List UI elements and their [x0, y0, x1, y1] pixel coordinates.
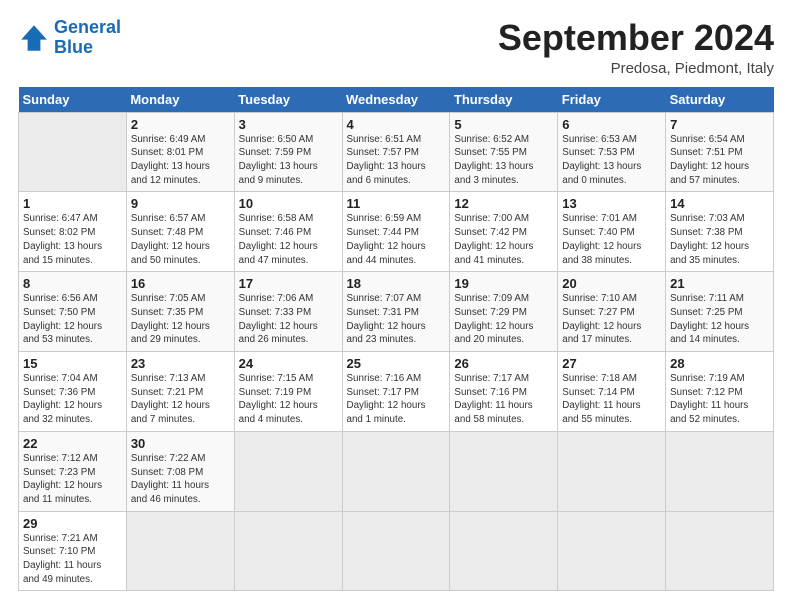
logo: General Blue: [18, 18, 121, 58]
empty-cell: [450, 431, 558, 511]
header-friday: Friday: [558, 87, 666, 113]
list-item: 2Sunrise: 6:49 AMSunset: 8:01 PMDaylight…: [126, 112, 234, 192]
header-wednesday: Wednesday: [342, 87, 450, 113]
list-item: 27Sunrise: 7:18 AMSunset: 7:14 PMDayligh…: [558, 352, 666, 432]
list-item: 9Sunrise: 6:57 AMSunset: 7:48 PMDaylight…: [126, 192, 234, 272]
list-item: 28Sunrise: 7:19 AMSunset: 7:12 PMDayligh…: [666, 352, 774, 432]
header: General Blue September 2024 Predosa, Pie…: [18, 18, 774, 77]
list-item: 16Sunrise: 7:05 AMSunset: 7:35 PMDayligh…: [126, 272, 234, 352]
location-subtitle: Predosa, Piedmont, Italy: [498, 60, 774, 77]
header-tuesday: Tuesday: [234, 87, 342, 113]
list-item: 21Sunrise: 7:11 AMSunset: 7:25 PMDayligh…: [666, 272, 774, 352]
header-thursday: Thursday: [450, 87, 558, 113]
logo-blue: Blue: [54, 38, 121, 58]
list-item: 29Sunrise: 7:21 AMSunset: 7:10 PMDayligh…: [19, 511, 127, 591]
list-item: 22Sunrise: 7:12 AMSunset: 7:23 PMDayligh…: [19, 431, 127, 511]
empty-cell: [666, 511, 774, 591]
list-item: 18Sunrise: 7:07 AMSunset: 7:31 PMDayligh…: [342, 272, 450, 352]
list-item: 1Sunrise: 6:47 AMSunset: 8:02 PMDaylight…: [19, 192, 127, 272]
list-item: 26Sunrise: 7:17 AMSunset: 7:16 PMDayligh…: [450, 352, 558, 432]
list-item: 17Sunrise: 7:06 AMSunset: 7:33 PMDayligh…: [234, 272, 342, 352]
empty-cell: [558, 511, 666, 591]
list-item: 19Sunrise: 7:09 AMSunset: 7:29 PMDayligh…: [450, 272, 558, 352]
header-sunday: Sunday: [19, 87, 127, 113]
logo-general: General: [54, 17, 121, 37]
list-item: 15Sunrise: 7:04 AMSunset: 7:36 PMDayligh…: [19, 352, 127, 432]
table-row: 22Sunrise: 7:12 AMSunset: 7:23 PMDayligh…: [19, 431, 774, 511]
empty-cell: [450, 511, 558, 591]
list-item: 30Sunrise: 7:22 AMSunset: 7:08 PMDayligh…: [126, 431, 234, 511]
list-item: 24Sunrise: 7:15 AMSunset: 7:19 PMDayligh…: [234, 352, 342, 432]
list-item: 3Sunrise: 6:50 AMSunset: 7:59 PMDaylight…: [234, 112, 342, 192]
list-item: 25Sunrise: 7:16 AMSunset: 7:17 PMDayligh…: [342, 352, 450, 432]
empty-cell: [234, 431, 342, 511]
list-item: 8Sunrise: 6:56 AMSunset: 7:50 PMDaylight…: [19, 272, 127, 352]
table-row: 8Sunrise: 6:56 AMSunset: 7:50 PMDaylight…: [19, 272, 774, 352]
list-item: 7Sunrise: 6:54 AMSunset: 7:51 PMDaylight…: [666, 112, 774, 192]
list-item: 4Sunrise: 6:51 AMSunset: 7:57 PMDaylight…: [342, 112, 450, 192]
title-block: September 2024 Predosa, Piedmont, Italy: [498, 18, 774, 77]
list-item: 5Sunrise: 6:52 AMSunset: 7:55 PMDaylight…: [450, 112, 558, 192]
logo-text: General Blue: [54, 18, 121, 58]
header-monday: Monday: [126, 87, 234, 113]
month-title: September 2024: [498, 18, 774, 58]
empty-cell: [342, 511, 450, 591]
calendar-header-row: Sunday Monday Tuesday Wednesday Thursday…: [19, 87, 774, 113]
list-item: 14Sunrise: 7:03 AMSunset: 7:38 PMDayligh…: [666, 192, 774, 272]
empty-cell: [19, 112, 127, 192]
table-row: 29Sunrise: 7:21 AMSunset: 7:10 PMDayligh…: [19, 511, 774, 591]
empty-cell: [666, 431, 774, 511]
calendar-page: General Blue September 2024 Predosa, Pie…: [0, 0, 792, 601]
logo-icon: [18, 22, 50, 54]
list-item: 11Sunrise: 6:59 AMSunset: 7:44 PMDayligh…: [342, 192, 450, 272]
header-saturday: Saturday: [666, 87, 774, 113]
list-item: 6Sunrise: 6:53 AMSunset: 7:53 PMDaylight…: [558, 112, 666, 192]
table-row: 15Sunrise: 7:04 AMSunset: 7:36 PMDayligh…: [19, 352, 774, 432]
list-item: 23Sunrise: 7:13 AMSunset: 7:21 PMDayligh…: [126, 352, 234, 432]
list-item: 13Sunrise: 7:01 AMSunset: 7:40 PMDayligh…: [558, 192, 666, 272]
empty-cell: [342, 431, 450, 511]
table-row: 1Sunrise: 6:47 AMSunset: 8:02 PMDaylight…: [19, 192, 774, 272]
list-item: 10Sunrise: 6:58 AMSunset: 7:46 PMDayligh…: [234, 192, 342, 272]
table-row: 2Sunrise: 6:49 AMSunset: 8:01 PMDaylight…: [19, 112, 774, 192]
empty-cell: [558, 431, 666, 511]
empty-cell: [126, 511, 234, 591]
list-item: 12Sunrise: 7:00 AMSunset: 7:42 PMDayligh…: [450, 192, 558, 272]
calendar-table: Sunday Monday Tuesday Wednesday Thursday…: [18, 87, 774, 592]
empty-cell: [234, 511, 342, 591]
list-item: 20Sunrise: 7:10 AMSunset: 7:27 PMDayligh…: [558, 272, 666, 352]
